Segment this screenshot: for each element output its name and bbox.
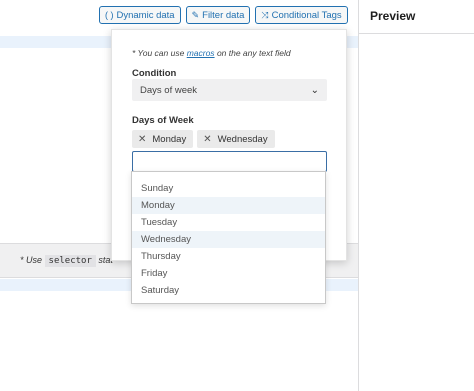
close-icon[interactable]: ✕: [138, 134, 146, 145]
option-saturday[interactable]: Saturday: [132, 282, 325, 299]
condition-select[interactable]: Days of week ⌄: [132, 79, 327, 101]
pencil-icon: ✎: [191, 9, 200, 20]
option-friday[interactable]: Friday: [132, 265, 325, 282]
selector-note-text: * Use selector stat: [20, 255, 113, 267]
option-tuesday[interactable]: Tuesday: [132, 214, 325, 231]
macros-hint: * You can use macros on the any text fie…: [132, 48, 291, 58]
close-icon[interactable]: ✕: [203, 134, 211, 145]
selected-days-chips: ✕ Monday ✕ Wednesday: [132, 130, 275, 148]
brackets-icon: ( ): [105, 10, 114, 20]
chip-label: Wednesday: [217, 133, 268, 145]
dynamic-data-label: Dynamic data: [116, 9, 175, 21]
days-search-input[interactable]: [132, 151, 327, 172]
chevron-down-icon: ⌄: [310, 84, 319, 96]
days-of-week-label: Days of Week: [132, 115, 194, 126]
toolbar: ( ) Dynamic data ✎ Filter data ⤨ Conditi…: [99, 6, 348, 24]
shuffle-icon: ⤨: [261, 9, 269, 20]
filter-data-button[interactable]: ✎ Filter data: [185, 6, 251, 24]
option-wednesday[interactable]: Wednesday: [132, 231, 325, 248]
days-dropdown: Sunday Monday Tuesday Wednesday Thursday…: [131, 171, 326, 304]
option-sunday[interactable]: Sunday: [132, 180, 325, 197]
option-thursday[interactable]: Thursday: [132, 248, 325, 265]
dynamic-data-button[interactable]: ( ) Dynamic data: [99, 6, 181, 24]
condition-label: Condition: [132, 68, 177, 79]
chip-label: Monday: [152, 133, 187, 145]
selector-code: selector: [44, 255, 96, 267]
preview-title: Preview: [370, 9, 416, 23]
filter-data-label: Filter data: [202, 9, 245, 21]
condition-value: Days of week: [140, 84, 198, 96]
conditional-tags-button[interactable]: ⤨ Conditional Tags: [255, 6, 348, 24]
chip-wednesday: ✕ Wednesday: [197, 130, 275, 148]
preview-panel: Preview: [358, 0, 474, 391]
preview-divider: [359, 33, 474, 34]
conditional-tags-label: Conditional Tags: [271, 9, 342, 21]
chip-monday: ✕ Monday: [132, 130, 194, 148]
option-monday[interactable]: Monday: [132, 197, 325, 214]
macros-link[interactable]: macros: [187, 48, 215, 58]
